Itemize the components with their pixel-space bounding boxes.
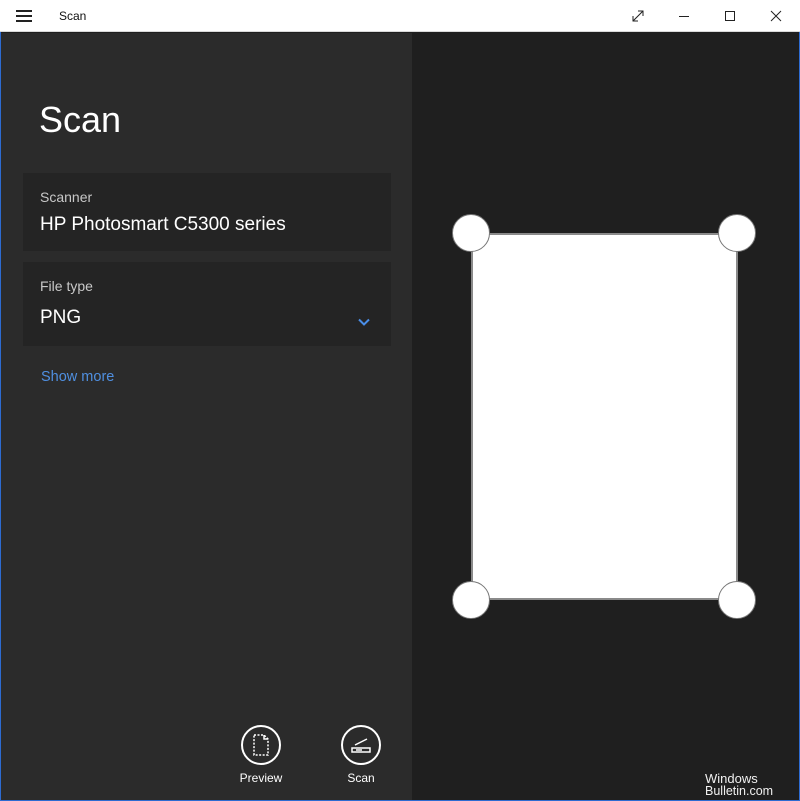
close-button[interactable] bbox=[753, 0, 799, 32]
expand-icon bbox=[632, 10, 644, 22]
preview-label: Preview bbox=[239, 771, 283, 785]
maximize-button[interactable] bbox=[707, 0, 753, 32]
show-more-link[interactable]: Show more bbox=[41, 369, 114, 385]
window-title: Scan bbox=[59, 9, 87, 23]
preview-button-circle bbox=[241, 725, 281, 765]
scanner-selector[interactable]: Scanner HP Photosmart C5300 series bbox=[23, 173, 391, 251]
scan-button[interactable]: Scan bbox=[326, 725, 396, 789]
title-bar: Scan bbox=[0, 0, 800, 32]
scanner-value: HP Photosmart C5300 series bbox=[40, 214, 286, 235]
scan-label: Scan bbox=[347, 771, 375, 785]
watermark: Windows Bulletin.com bbox=[705, 772, 773, 798]
settings-panel: Scan Scanner HP Photosmart C5300 series … bbox=[1, 33, 412, 800]
crop-handle-top-right[interactable] bbox=[718, 214, 756, 252]
watermark-line2: Bulletin.com bbox=[705, 784, 774, 798]
crop-handle-top-left[interactable] bbox=[452, 214, 490, 252]
file-type-dropdown[interactable]: File type PNG bbox=[23, 262, 391, 346]
minimize-button[interactable] bbox=[661, 0, 707, 32]
file-type-label: File type bbox=[40, 278, 93, 294]
scanner-label: Scanner bbox=[40, 189, 93, 205]
scan-page-preview bbox=[471, 233, 738, 600]
page-title: Scan bbox=[39, 99, 122, 140]
expand-button[interactable] bbox=[615, 0, 661, 32]
minimize-icon bbox=[679, 16, 689, 17]
scan-button-circle bbox=[341, 725, 381, 765]
crop-handle-bottom-right[interactable] bbox=[718, 581, 756, 619]
chevron-down-icon bbox=[357, 314, 371, 326]
file-type-value: PNG bbox=[40, 307, 82, 328]
maximize-icon bbox=[725, 11, 735, 21]
hamburger-icon[interactable] bbox=[16, 10, 32, 22]
scan-preview-area bbox=[412, 33, 799, 800]
close-icon bbox=[770, 10, 782, 22]
crop-handle-bottom-left[interactable] bbox=[452, 581, 490, 619]
scanner-icon bbox=[351, 738, 371, 753]
preview-icon bbox=[253, 734, 269, 756]
preview-button[interactable]: Preview bbox=[226, 725, 296, 789]
